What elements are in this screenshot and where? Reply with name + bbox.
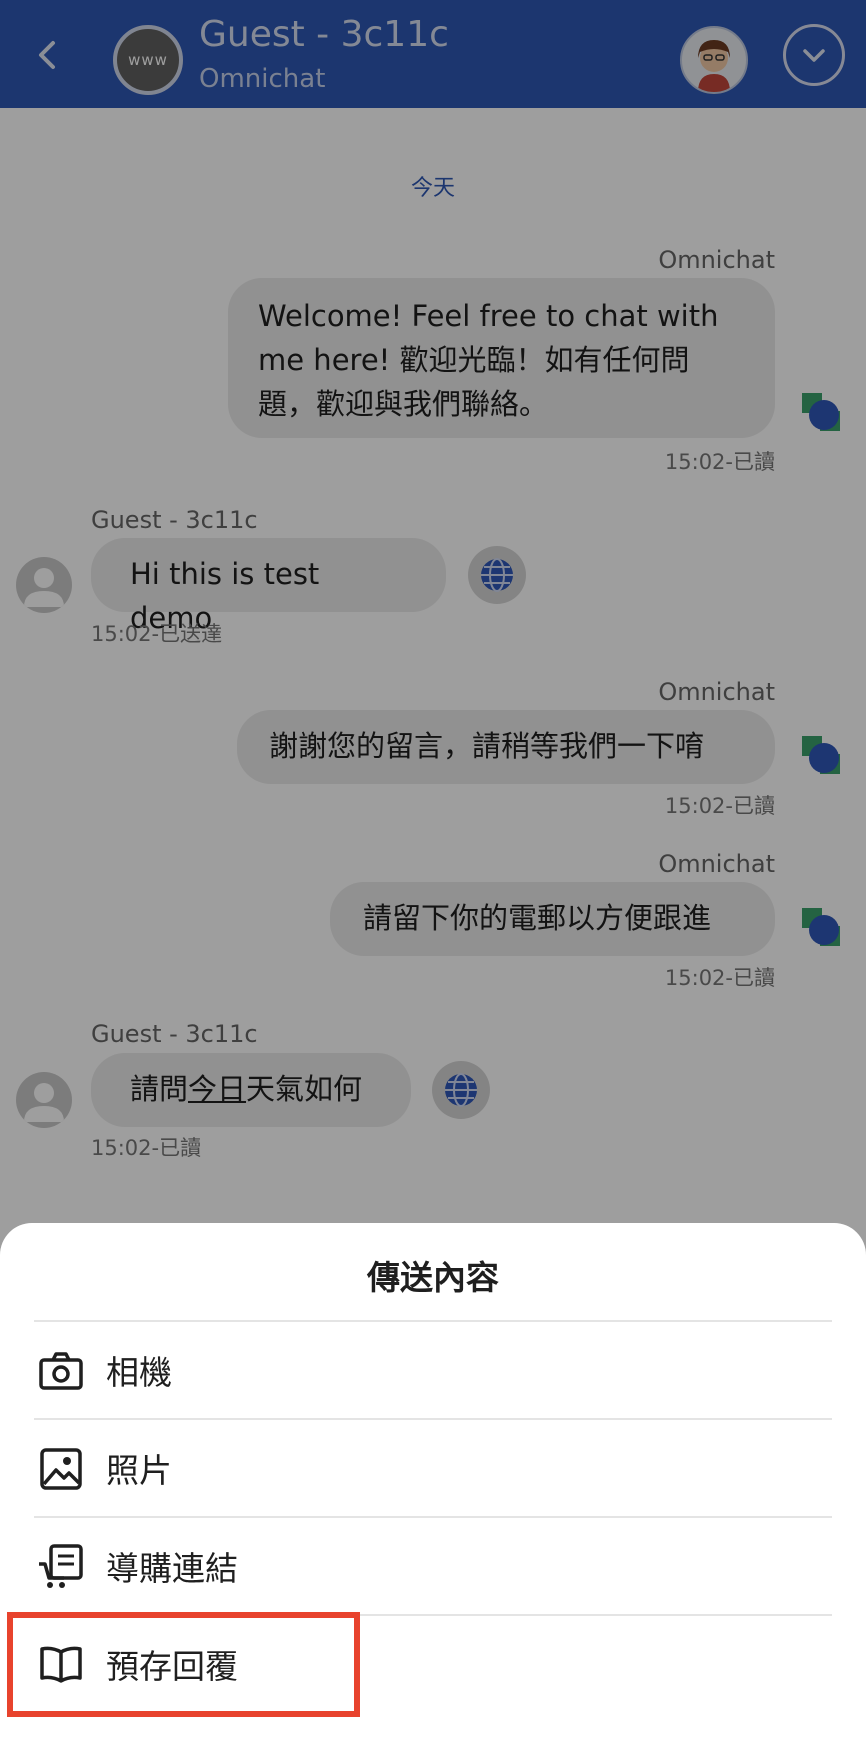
sheet-item-label: 導購連結	[106, 1549, 238, 1588]
sheet-item-label: 相機	[106, 1353, 172, 1392]
cart-link-icon	[39, 1544, 83, 1588]
highlight-box	[7, 1612, 360, 1717]
sheet-item-shopping-link[interactable]: 導購連結	[34, 1516, 832, 1616]
sheet-item-camera[interactable]: 相機	[34, 1320, 832, 1420]
photo-icon	[40, 1448, 82, 1490]
sheet-item-photo[interactable]: 照片	[34, 1418, 832, 1518]
sheet-title: 傳送內容	[367, 1258, 499, 1297]
page: www Guest - 3c11c Omnichat 今天 Omnichat W…	[0, 0, 866, 1742]
camera-icon	[39, 1352, 83, 1390]
sheet-item-label: 照片	[106, 1451, 172, 1490]
